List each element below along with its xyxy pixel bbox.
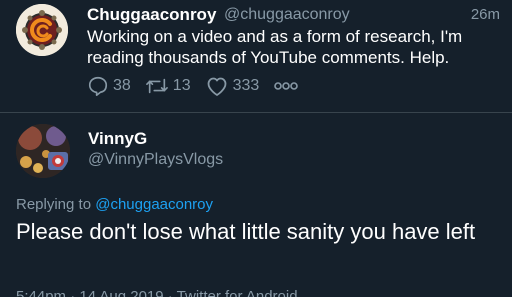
tweet-actions: 38 13 333: [87, 75, 299, 97]
reply-author-handle[interactable]: @VinnyPlaysVlogs: [88, 151, 223, 169]
like-button[interactable]: 333: [205, 75, 260, 97]
replying-to-line: Replying to @chuggaaconroy: [16, 196, 213, 213]
like-count: 333: [232, 77, 260, 94]
mention-link[interactable]: @chuggaaconroy: [95, 196, 213, 213]
divider: [0, 112, 512, 113]
avatar[interactable]: [16, 4, 68, 56]
reply-avatar[interactable]: [16, 124, 70, 178]
timestamp[interactable]: 26m: [471, 6, 500, 23]
reply-icon: [88, 76, 108, 96]
reply-button[interactable]: 38: [87, 75, 131, 97]
retweet-icon: [145, 78, 168, 94]
reply-count: 38: [113, 77, 131, 94]
retweet-button[interactable]: 13: [145, 75, 191, 97]
reply-author-name[interactable]: VinnyG: [88, 129, 147, 149]
tweet-text: Working on a video and as a form of rese…: [87, 27, 463, 67]
replying-label: Replying to: [16, 196, 92, 213]
more-icon: [274, 82, 299, 90]
reply-text: Please don't lose what little sanity you…: [16, 219, 476, 244]
more-button[interactable]: [273, 81, 299, 91]
author-name[interactable]: Chuggaaconroy: [87, 5, 216, 25]
avatar-photo-icon: [16, 124, 70, 178]
avatar-logo-icon: [16, 4, 68, 56]
retweet-count: 13: [172, 77, 191, 94]
heart-icon: [207, 77, 226, 96]
original-tweet[interactable]: Chuggaaconroy @chuggaaconroy 26m Working…: [0, 0, 512, 112]
reply-meta[interactable]: 5:44pm · 14 Aug 2019 · Twitter for Andro…: [16, 288, 298, 297]
author-handle[interactable]: @chuggaaconroy: [224, 6, 350, 24]
